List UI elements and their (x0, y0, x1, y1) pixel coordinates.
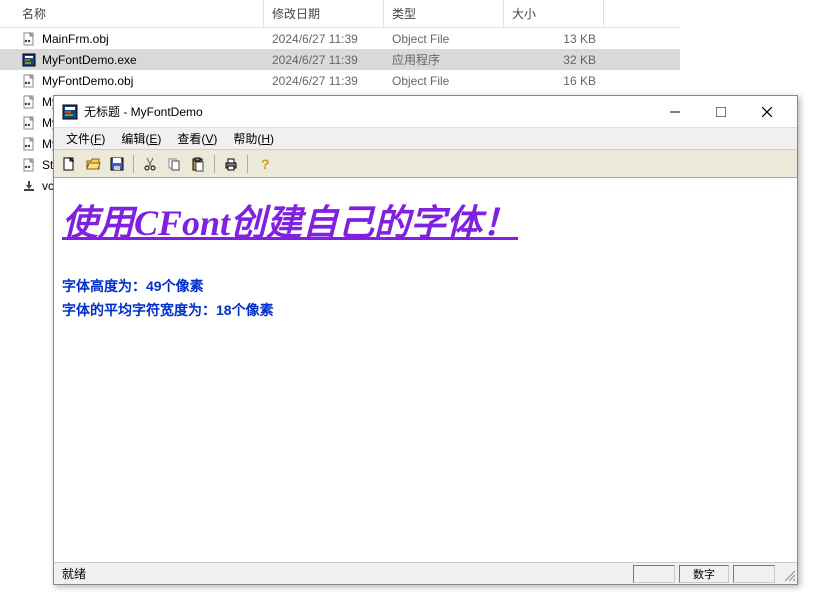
close-button[interactable] (745, 98, 789, 126)
resize-grip[interactable] (779, 565, 797, 583)
menu-help[interactable]: 帮助(H) (227, 128, 280, 149)
menubar: 文件(F) 编辑(E) 查看(V) 帮助(H) (54, 128, 797, 150)
menu-file[interactable]: 文件(F) (60, 128, 111, 149)
file-name: MainFrm.obj (42, 32, 109, 46)
col-size[interactable]: 大小 (504, 0, 604, 27)
cut-button[interactable] (139, 153, 161, 175)
toolbar-separator (214, 155, 215, 173)
paste-button[interactable] (187, 153, 209, 175)
toolbar-separator (247, 155, 248, 173)
file-icon (22, 32, 36, 46)
file-type: Object File (384, 32, 504, 46)
file-icon (22, 116, 36, 130)
demo-heading: 使用CFont创建自己的字体！ (62, 194, 789, 246)
col-type[interactable]: 类型 (384, 0, 504, 27)
app-window: 无标题 - MyFontDemo 文件(F) 编辑(E) 查看(V) 帮助(H)… (53, 95, 798, 585)
file-type: 应用程序 (384, 51, 504, 68)
file-size: 16 KB (504, 74, 604, 88)
open-button[interactable] (82, 153, 104, 175)
file-row[interactable]: MainFrm.obj 2024/6/27 11:39Object File13 … (0, 28, 680, 49)
window-controls (653, 98, 789, 126)
col-name[interactable]: 名称 (14, 0, 264, 27)
statusbar: 就绪 数字 (54, 562, 797, 584)
file-icon (22, 179, 36, 193)
file-name: MyFontDemo.obj (42, 74, 133, 88)
titlebar[interactable]: 无标题 - MyFontDemo (54, 96, 797, 128)
status-ready: 就绪 (54, 565, 633, 582)
file-size: 13 KB (504, 32, 604, 46)
font-width-text: 字体的平均字符宽度为：18个像素 (62, 300, 789, 320)
new-button[interactable] (58, 153, 80, 175)
status-pane-3 (733, 565, 775, 583)
file-size: 32 KB (504, 53, 604, 67)
file-icon (22, 74, 36, 88)
explorer-header: 名称 修改日期 类型 大小 (0, 0, 680, 28)
status-pane-1 (633, 565, 675, 583)
menu-edit[interactable]: 编辑(E) (115, 128, 167, 149)
print-button[interactable] (220, 153, 242, 175)
font-height-text: 字体高度为：49个像素 (62, 276, 789, 296)
file-row[interactable]: MyFontDemo.exe 2024/6/27 11:39应用程序32 KB (0, 49, 680, 70)
copy-button[interactable] (163, 153, 185, 175)
file-name: MyFontDemo.exe (42, 53, 137, 67)
file-date: 2024/6/27 11:39 (264, 53, 384, 67)
file-date: 2024/6/27 11:39 (264, 32, 384, 46)
save-button[interactable] (106, 153, 128, 175)
maximize-button[interactable] (699, 98, 743, 126)
file-icon (22, 158, 36, 172)
file-icon (22, 53, 36, 67)
menu-view[interactable]: 查看(V) (171, 128, 223, 149)
window-title: 无标题 - MyFontDemo (84, 103, 653, 120)
file-row[interactable]: MyFontDemo.obj 2024/6/27 11:39Object File… (0, 70, 680, 91)
help-button[interactable]: ? (253, 153, 275, 175)
file-date: 2024/6/27 11:39 (264, 74, 384, 88)
app-icon (62, 104, 78, 120)
file-icon (22, 137, 36, 151)
col-date[interactable]: 修改日期 (264, 0, 384, 27)
status-numlock: 数字 (679, 565, 729, 583)
file-type: Object File (384, 74, 504, 88)
file-icon (22, 95, 36, 109)
client-area: 使用CFont创建自己的字体！ 字体高度为：49个像素 字体的平均字符宽度为：1… (54, 178, 797, 562)
toolbar-separator (133, 155, 134, 173)
svg-text:?: ? (261, 156, 270, 172)
toolbar: ? (54, 150, 797, 178)
minimize-button[interactable] (653, 98, 697, 126)
